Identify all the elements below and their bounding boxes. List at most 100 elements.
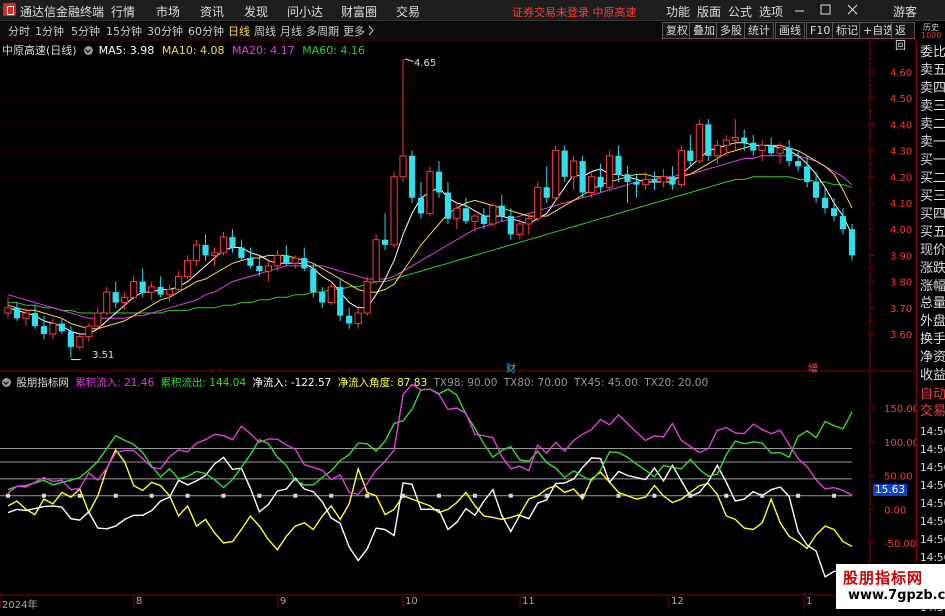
guest-label[interactable]: 游客: [893, 3, 917, 20]
candle-body: [399, 155, 407, 178]
finance-marker[interactable]: 财: [506, 360, 516, 375]
increase-marker[interactable]: 增: [808, 360, 818, 375]
period-toolbar: 分时 1分钟 5分钟 15分钟 30分钟 60分钟 日线 周线 月线 多周期 更…: [0, 21, 915, 52]
statistics-button[interactable]: 统计: [744, 22, 774, 39]
quote-field-19[interactable]: 自动: [920, 387, 945, 403]
tick-time-6: 14:56: [920, 534, 945, 546]
menu-options[interactable]: 选项: [759, 3, 783, 20]
history-value: 1000: [921, 31, 942, 40]
candle-body: [605, 155, 614, 188]
period-tab-multi[interactable]: 多周期: [306, 23, 339, 39]
candle-body: [471, 215, 479, 222]
quote-field-8: 买三: [920, 189, 945, 204]
menu-function[interactable]: 功能: [666, 3, 690, 20]
period-tab-5min[interactable]: 5分钟: [71, 23, 100, 39]
app-title: 通达信金融终端: [20, 5, 105, 19]
app-logo-icon: [3, 3, 16, 16]
signal-dot: [41, 493, 46, 498]
login-warning[interactable]: 证券交易未登录 中原高速: [512, 4, 637, 20]
menu-assistant[interactable]: 问小达: [287, 3, 323, 20]
quote-field-7: 买二: [920, 171, 945, 186]
quote-field-12: 涨跌: [920, 261, 945, 276]
chevron-right-icon[interactable]: [367, 25, 375, 36]
price-tick-label: 4.40: [890, 120, 912, 131]
price-tick-label: 3.60: [890, 330, 912, 341]
indicator-tick-label: -50.00: [884, 539, 916, 550]
candle-body: [821, 197, 829, 209]
candle-body: [103, 291, 111, 314]
period-tab-60min[interactable]: 60分钟: [188, 23, 224, 39]
period-tab-1min[interactable]: 1分钟: [35, 23, 64, 39]
period-tab-more[interactable]: 更多: [343, 23, 365, 39]
menu-exchange[interactable]: 市场: [156, 3, 180, 20]
candle-body: [346, 315, 353, 324]
menu-news[interactable]: 资讯: [200, 3, 224, 20]
date-label-dec: 12: [671, 596, 684, 607]
menu-discover[interactable]: 发现: [244, 3, 268, 20]
tick-time-5: 14:56: [920, 516, 945, 528]
draw-line-button[interactable]: 画线: [775, 22, 805, 39]
period-tab-30min[interactable]: 30分钟: [147, 23, 183, 39]
signal-dot: [257, 493, 262, 498]
candle-body: [480, 216, 487, 224]
candle-body: [121, 296, 129, 304]
period-tab-weekly[interactable]: 周线: [254, 23, 276, 39]
indicator-tick-label: 100.00: [884, 438, 916, 449]
period-tab-15min[interactable]: 15分钟: [106, 23, 142, 39]
candle-body: [417, 197, 425, 214]
quote-field-11: 现价: [920, 243, 945, 258]
multi-stock-button[interactable]: 多股: [716, 22, 746, 39]
tick-time-2: 14:56: [920, 462, 945, 474]
candle-body: [202, 244, 209, 256]
candle-body: [570, 160, 578, 178]
candle-body: [310, 268, 317, 293]
menu-market[interactable]: 行情: [111, 3, 135, 20]
signal-dot: [77, 493, 82, 498]
candle-body: [174, 275, 183, 290]
period-tab-daily[interactable]: 日线: [228, 23, 250, 39]
menu-trade[interactable]: 交易: [396, 3, 420, 20]
candle-body: [219, 236, 228, 254]
menu-bar: 通达信金融终端 行情 市场 资讯 发现 问小达 财富圈 交易 证券交易未登录 中…: [0, 0, 945, 21]
close-icon[interactable]: [847, 4, 858, 15]
candle-body: [372, 239, 380, 283]
window-controls: [795, 4, 858, 15]
menu-layout[interactable]: 版面: [697, 3, 721, 20]
candle-body: [58, 323, 65, 332]
candle-body: [462, 208, 470, 222]
candle-body: [713, 144, 721, 157]
candle-body: [139, 281, 146, 293]
candle-body: [354, 312, 362, 325]
date-label-nov: 11: [522, 596, 535, 607]
candle-body: [489, 205, 497, 225]
history-icon[interactable]: 历史 1000: [921, 23, 943, 40]
signal-dot: [329, 493, 334, 498]
period-tab-timeshare[interactable]: 分时: [8, 23, 30, 39]
signal-dot: [832, 493, 837, 498]
menu-formula[interactable]: 公式: [728, 3, 752, 20]
overlay-button[interactable]: 叠加: [689, 22, 719, 39]
maximize-icon[interactable]: [820, 4, 831, 15]
price-tick-label: 4.00: [890, 225, 912, 236]
mark-button[interactable]: 标记: [832, 22, 862, 39]
candle-body: [238, 247, 245, 259]
period-tab-monthly[interactable]: 月线: [280, 23, 302, 39]
price-tick-label: 3.70: [890, 304, 912, 315]
candle-body: [390, 176, 398, 246]
date-label-jan: 1: [806, 596, 813, 607]
quote-field-20[interactable]: 交易: [920, 404, 945, 420]
chart-area[interactable]: 4.60 4.50 4.40 4.30 4.20 4.10 4.00 3.90 3.80 3.70…: [0, 40, 916, 609]
signal-dot: [616, 493, 621, 498]
f10-button[interactable]: F10: [806, 22, 835, 39]
signal-dot: [401, 493, 406, 498]
quote-field-9: 买四: [920, 207, 945, 222]
candle-body: [363, 281, 371, 314]
adjust-button[interactable]: 复权: [662, 22, 692, 39]
candle-body: [687, 150, 694, 162]
price-tick-label: 3.80: [890, 278, 912, 289]
candle-body: [130, 281, 138, 298]
price-tick-label: 3.90: [890, 251, 912, 262]
menu-wealth-circle[interactable]: 财富圈: [341, 3, 377, 20]
back-button[interactable]: 返回: [891, 22, 915, 52]
quote-field-15: 外盘: [920, 314, 945, 329]
